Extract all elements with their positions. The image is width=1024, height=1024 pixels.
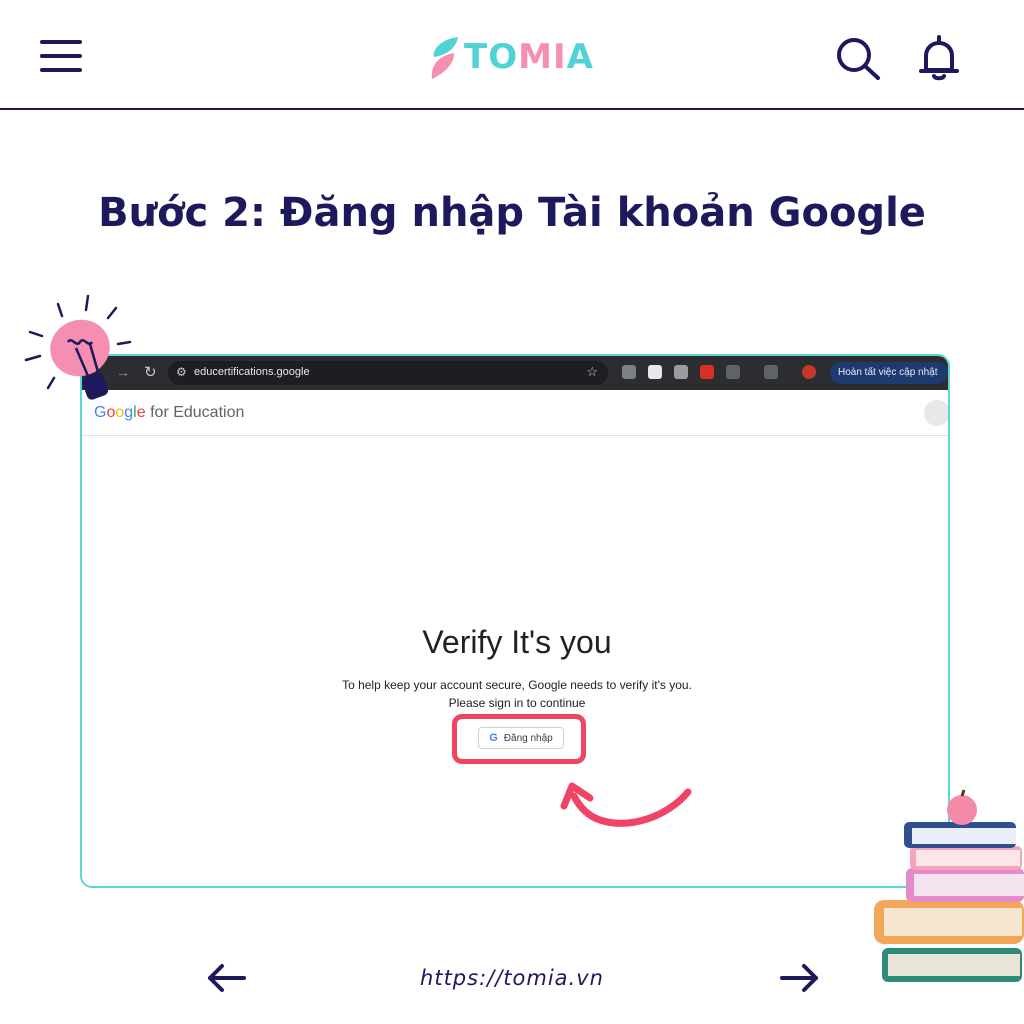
qr-code-icon[interactable] bbox=[648, 365, 662, 379]
hamburger-menu-icon[interactable] bbox=[40, 40, 82, 74]
address-bar[interactable]: ⚙ educertifications.google ☆ bbox=[168, 361, 608, 385]
page-title: Bước 2: Đăng nhập Tài khoản Google bbox=[98, 190, 926, 236]
google-signin-button[interactable]: G Đăng nhập bbox=[478, 727, 564, 749]
lightbulb-icon bbox=[24, 294, 132, 400]
bell-icon[interactable] bbox=[916, 34, 962, 82]
verify-title: Verify It's you bbox=[422, 624, 612, 660]
page: TOMIA Bước 2: Đăng nhập Tài khoản Google… bbox=[0, 0, 1024, 1024]
profile-avatar[interactable] bbox=[802, 365, 816, 379]
red-extension-icon[interactable] bbox=[700, 365, 714, 379]
curved-arrow-icon bbox=[560, 782, 692, 827]
reading-list-icon[interactable] bbox=[764, 365, 778, 379]
puzzle-extensions-icon[interactable] bbox=[726, 365, 740, 379]
books-stack-icon bbox=[874, 789, 1024, 982]
signin-label: Đăng nhập bbox=[503, 732, 553, 744]
extension-icon[interactable] bbox=[622, 365, 636, 379]
footer-url[interactable]: https://tomia.vn bbox=[0, 966, 1024, 990]
browser-toolbar: → ↻ ⚙ educertifications.google ☆ Hoàn tấ… bbox=[82, 356, 948, 390]
tomia-logo[interactable]: TOMIA bbox=[428, 32, 594, 82]
search-icon[interactable] bbox=[834, 36, 882, 80]
verify-instruction: Please sign in to continue bbox=[448, 696, 586, 710]
verify-description: To help keep your account secure, Google… bbox=[342, 678, 692, 692]
bookmark-star-icon[interactable]: ☆ bbox=[586, 364, 598, 380]
url-text: educertifications.google bbox=[194, 366, 310, 378]
account-avatar[interactable] bbox=[924, 400, 948, 426]
google-g-icon: G bbox=[489, 732, 498, 744]
logo-text: TOMIA bbox=[464, 37, 594, 77]
reload-icon[interactable]: ↻ bbox=[144, 363, 157, 381]
browser-screenshot: → ↻ ⚙ educertifications.google ☆ Hoàn tấ… bbox=[80, 354, 950, 888]
google-for-education-header: Google for Education bbox=[82, 390, 948, 436]
leaf-logo-icon bbox=[431, 37, 458, 79]
camera-icon[interactable] bbox=[674, 365, 688, 379]
update-button[interactable]: Hoàn tất việc cập nhật bbox=[830, 362, 948, 384]
site-settings-icon[interactable]: ⚙ bbox=[176, 365, 187, 379]
next-arrow-icon[interactable] bbox=[778, 962, 822, 994]
top-header: TOMIA bbox=[0, 0, 1024, 110]
